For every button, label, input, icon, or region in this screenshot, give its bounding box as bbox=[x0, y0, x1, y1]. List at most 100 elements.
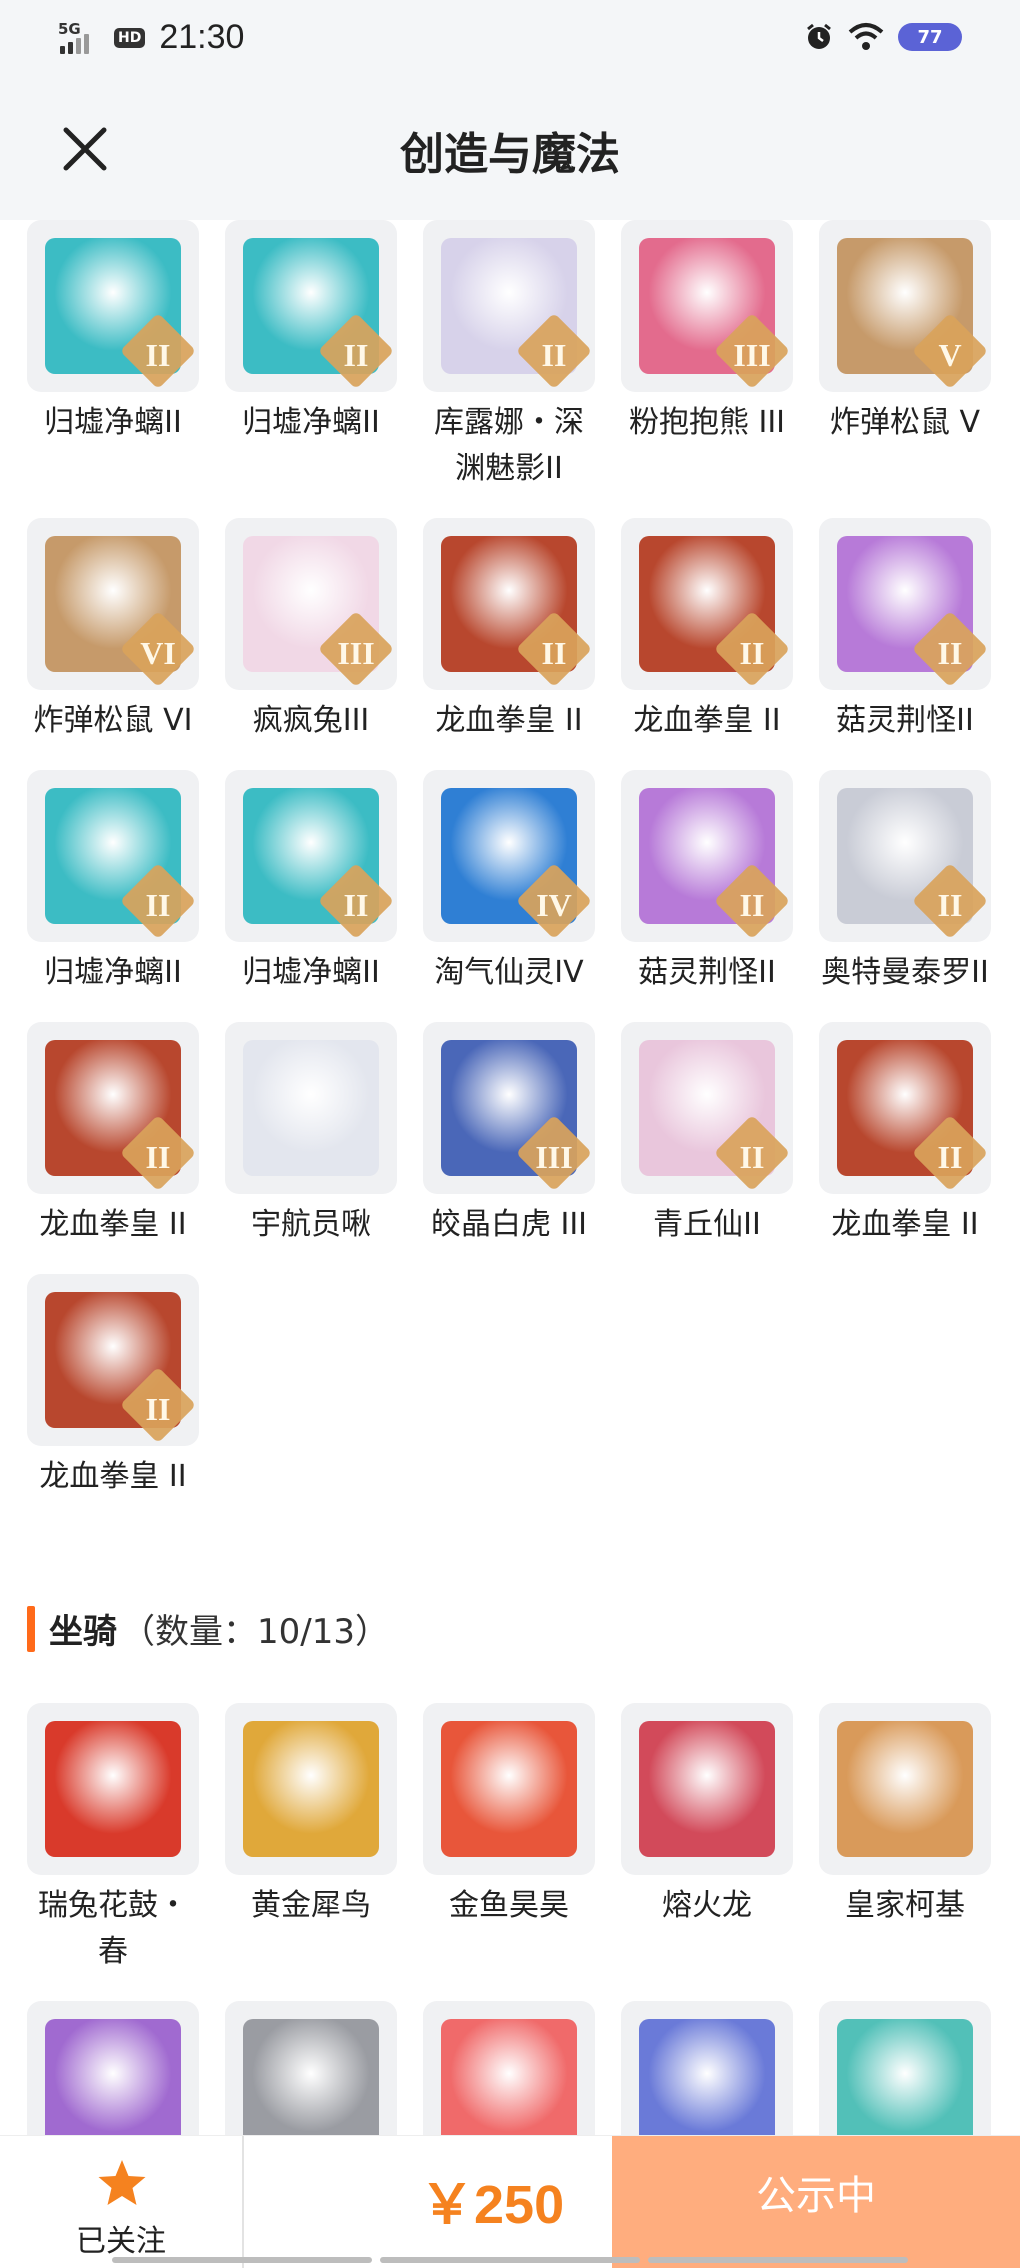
character-item[interactable]: IV 淘气仙灵IV bbox=[423, 770, 595, 996]
item-thumbnail: III bbox=[423, 1022, 595, 1194]
character-item[interactable]: II 青丘仙II bbox=[621, 1022, 793, 1248]
content-scroll[interactable]: II 归墟净螭II II 归墟净螭II II 库露娜・深渊魅影II III 粉抱抱熊 III V… bbox=[0, 220, 1020, 2207]
grade-badge-text: III bbox=[733, 337, 771, 373]
item-artwork-icon bbox=[243, 1040, 379, 1176]
character-item[interactable]: II 奥特曼泰罗II bbox=[819, 770, 991, 996]
grade-badge-text: II bbox=[541, 337, 567, 373]
character-item[interactable]: II 龙血拳皇 II bbox=[621, 518, 793, 744]
status-action-button[interactable]: 公示中 bbox=[612, 2136, 1020, 2268]
clock-time: 21:30 bbox=[159, 18, 245, 56]
character-item[interactable]: II 归墟净螭II bbox=[27, 220, 199, 492]
character-item[interactable]: III 皎晶白虎 III bbox=[423, 1022, 595, 1248]
grade-badge-text: II bbox=[145, 1391, 171, 1427]
page-title: 创造与魔法 bbox=[400, 129, 620, 180]
grade-badge-text: II bbox=[739, 635, 765, 671]
item-thumbnail: II bbox=[27, 770, 199, 942]
item-thumbnail: II bbox=[27, 1274, 199, 1446]
grade-badge-text: II bbox=[739, 887, 765, 923]
item-thumbnail: III bbox=[225, 518, 397, 690]
follow-button[interactable]: 已关注 bbox=[0, 2136, 242, 2268]
grade-badge-text: II bbox=[937, 1139, 963, 1175]
grade-badge-text: II bbox=[343, 337, 369, 373]
item-label: 奥特曼泰罗II bbox=[821, 955, 989, 990]
item-thumbnail: IV bbox=[423, 770, 595, 942]
item-label: 宇航员啾 bbox=[251, 1207, 371, 1242]
item-label: 炸弹松鼠 V bbox=[829, 405, 981, 440]
mount-grid: 瑞兔花鼓・春 黄金犀鸟 金鱼昊昊 熔火龙 皇家柯基 bbox=[0, 1703, 1020, 2207]
item-thumbnail bbox=[423, 1703, 595, 1875]
item-label: 龙血拳皇 II bbox=[39, 1207, 187, 1242]
grade-badge-text: VI bbox=[140, 635, 176, 671]
wifi-icon bbox=[848, 23, 884, 50]
item-label: 熔火龙 bbox=[662, 1888, 752, 1923]
star-icon bbox=[98, 2160, 146, 2205]
character-item[interactable]: VI 炸弹松鼠 VI bbox=[27, 518, 199, 744]
item-artwork-icon bbox=[45, 1721, 181, 1857]
mount-item[interactable]: 黄金犀鸟 bbox=[225, 1703, 397, 1975]
item-artwork-icon bbox=[441, 1721, 577, 1857]
item-label: 黄金犀鸟 bbox=[251, 1888, 371, 1923]
mount-item[interactable]: 皇家柯基 bbox=[819, 1703, 991, 1975]
character-item[interactable]: II 归墟净螭II bbox=[225, 770, 397, 996]
character-item[interactable]: II 归墟净螭II bbox=[27, 770, 199, 996]
mount-item[interactable]: 金鱼昊昊 bbox=[423, 1703, 595, 1975]
grade-badge-text: II bbox=[541, 635, 567, 671]
item-thumbnail bbox=[621, 1703, 793, 1875]
character-item[interactable]: II 菇灵荆怪II bbox=[819, 518, 991, 744]
item-label: 炸弹松鼠 VI bbox=[33, 703, 193, 738]
item-label: 粉抱抱熊 III bbox=[628, 405, 786, 440]
character-item[interactable]: II 库露娜・深渊魅影II bbox=[423, 220, 595, 492]
item-thumbnail: II bbox=[621, 1022, 793, 1194]
item-thumbnail bbox=[225, 1022, 397, 1194]
item-label: 金鱼昊昊 bbox=[449, 1888, 569, 1923]
item-thumbnail: II bbox=[819, 1022, 991, 1194]
item-artwork-icon bbox=[243, 1721, 379, 1857]
grade-badge-text: II bbox=[937, 635, 963, 671]
item-thumbnail: V bbox=[819, 220, 991, 392]
hd-icon: HD bbox=[114, 27, 146, 48]
character-item[interactable]: 宇航员啾 bbox=[225, 1022, 397, 1248]
grade-badge-text: III bbox=[337, 635, 375, 671]
grade-badge-text: IV bbox=[536, 887, 572, 923]
item-label: 菇灵荆怪II bbox=[638, 955, 776, 990]
item-label: 皇家柯基 bbox=[845, 1888, 965, 1923]
item-artwork-icon bbox=[837, 1721, 973, 1857]
mount-item[interactable]: 熔火龙 bbox=[621, 1703, 793, 1975]
grade-badge-text: II bbox=[937, 887, 963, 923]
character-item[interactable]: III 疯疯兔III bbox=[225, 518, 397, 744]
grade-badge-text: II bbox=[739, 1139, 765, 1175]
status-bar: 5G HD 21:30 77 bbox=[0, 0, 1020, 80]
item-label: 皎晶白虎 III bbox=[430, 1207, 588, 1242]
character-item[interactable]: II 龙血拳皇 II bbox=[27, 1274, 199, 1500]
item-label: 归墟净螭II bbox=[44, 405, 182, 440]
item-label: 瑞兔花鼓・春 bbox=[38, 1888, 188, 1969]
home-indicator bbox=[112, 2257, 908, 2263]
item-label: 淘气仙灵IV bbox=[434, 955, 584, 990]
item-thumbnail: II bbox=[225, 220, 397, 392]
alarm-icon bbox=[807, 23, 831, 49]
item-label: 疯疯兔III bbox=[252, 703, 370, 738]
grade-badge-text: II bbox=[145, 1139, 171, 1175]
character-item[interactable]: II 菇灵荆怪II bbox=[621, 770, 793, 996]
character-item[interactable]: III 粉抱抱熊 III bbox=[621, 220, 793, 492]
item-thumbnail: II bbox=[27, 1022, 199, 1194]
character-item[interactable]: II 龙血拳皇 II bbox=[27, 1022, 199, 1248]
character-item[interactable]: II 归墟净螭II bbox=[225, 220, 397, 492]
item-thumbnail: II bbox=[423, 518, 595, 690]
item-thumbnail: II bbox=[27, 220, 199, 392]
item-label: 龙血拳皇 II bbox=[633, 703, 781, 738]
character-item[interactable]: II 龙血拳皇 II bbox=[423, 518, 595, 744]
item-thumbnail: II bbox=[819, 518, 991, 690]
grade-badge-text: II bbox=[343, 887, 369, 923]
character-item[interactable]: II 龙血拳皇 II bbox=[819, 1022, 991, 1248]
section-title: 坐骑 bbox=[49, 1612, 117, 1652]
mount-item[interactable]: 瑞兔花鼓・春 bbox=[27, 1703, 199, 1975]
item-thumbnail: II bbox=[819, 770, 991, 942]
character-item[interactable]: V 炸弹松鼠 V bbox=[819, 220, 991, 492]
item-thumbnail bbox=[225, 1703, 397, 1875]
item-label: 菇灵荆怪II bbox=[836, 703, 974, 738]
item-artwork-icon bbox=[639, 1721, 775, 1857]
signal-icon: 5G bbox=[58, 20, 100, 56]
item-label: 青丘仙II bbox=[653, 1207, 761, 1242]
item-label: 归墟净螭II bbox=[242, 955, 380, 990]
